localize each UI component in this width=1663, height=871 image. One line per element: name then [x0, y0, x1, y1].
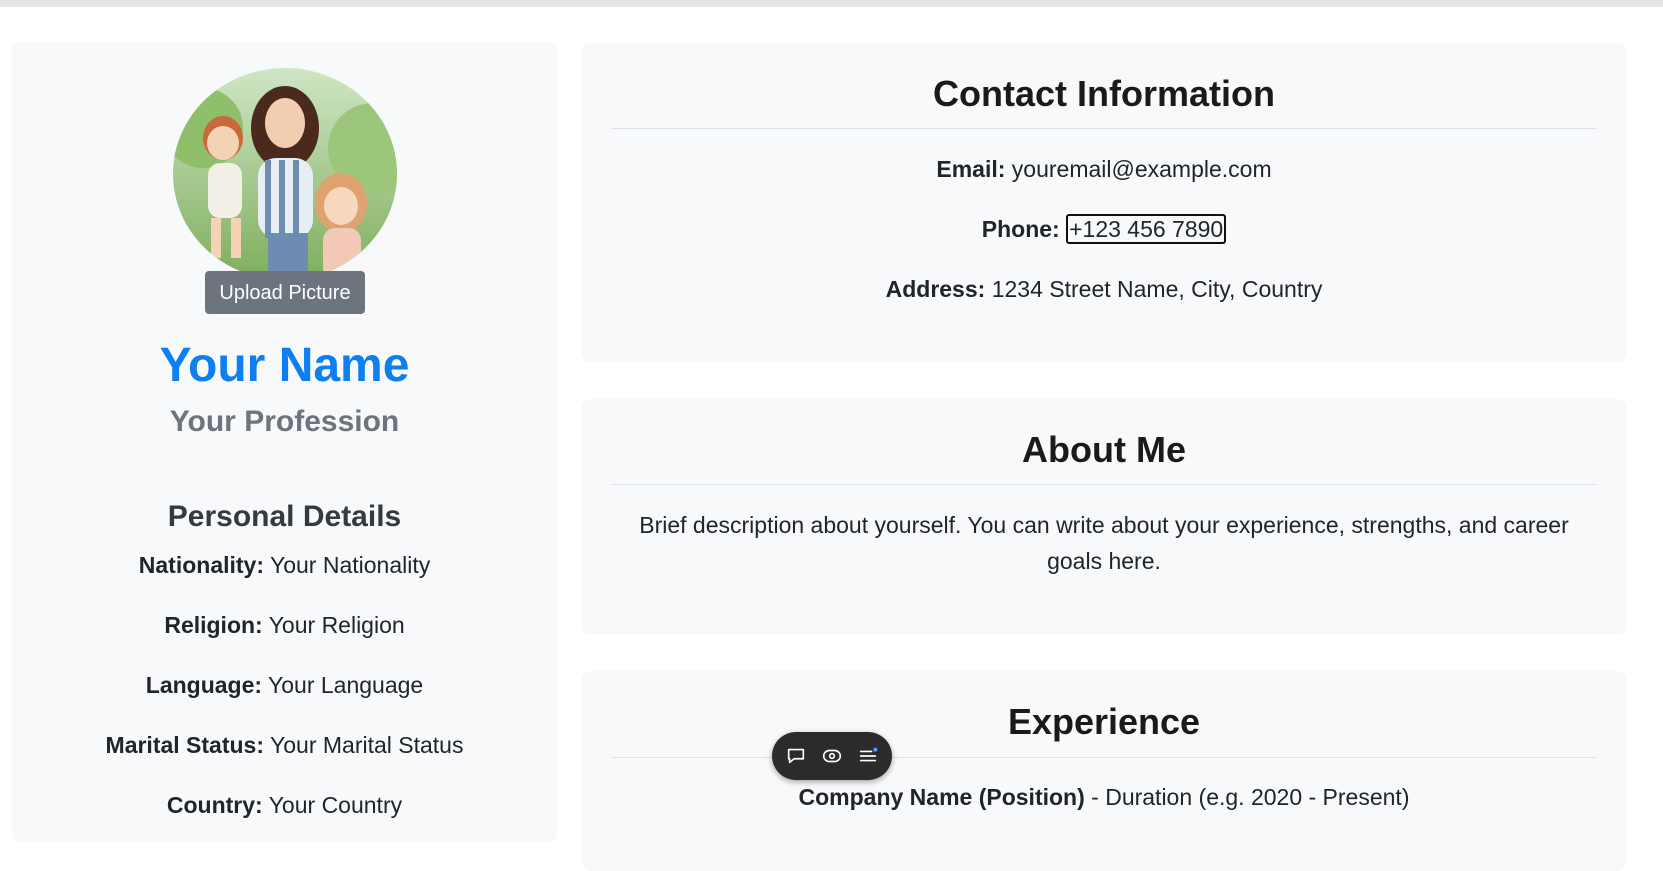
detail-row-marital-status: Marital Status: Your Marital Status [12, 732, 557, 759]
chat-bubble-icon[interactable] [785, 745, 807, 767]
divider [611, 128, 1597, 129]
email-label: Email: [936, 156, 1006, 182]
contact-address: Address: 1234 Street Name, City, Country [581, 276, 1627, 303]
experience-company: Company Name (Position) [798, 784, 1085, 810]
detail-label: Marital Status: [105, 732, 265, 758]
floating-toolbar [772, 732, 892, 780]
contact-title: Contact Information [933, 73, 1275, 114]
top-bar [0, 0, 1663, 7]
detail-row-religion: Religion: Your Religion [12, 612, 557, 639]
divider [611, 484, 1597, 485]
menu-list-icon[interactable] [857, 745, 879, 767]
detail-label: Language: [145, 672, 263, 698]
about-card: About Me Brief description about yoursel… [581, 399, 1627, 635]
personal-details-title: Personal Details [167, 500, 402, 533]
detail-row-country: Country: Your Country [12, 792, 557, 819]
profile-name: Your Name [159, 339, 410, 392]
detail-value: Your Country [268, 792, 403, 818]
detail-label: Religion: [164, 612, 263, 638]
about-text: Brief description about yourself. You ca… [639, 512, 1569, 574]
experience-title: Experience [1007, 701, 1201, 742]
detail-value: Your Religion [268, 612, 405, 638]
phone-value[interactable]: +123 456 7890 [1066, 214, 1227, 244]
contact-card: Contact Information Email: youremail@exa… [581, 43, 1627, 362]
email-value[interactable]: youremail@example.com [1012, 156, 1272, 182]
about-title: About Me [1022, 429, 1186, 470]
detail-row-language: Language: Your Language [12, 672, 557, 699]
contact-email: Email: youremail@example.com [581, 156, 1627, 183]
contact-phone: Phone: +123 456 7890 [581, 214, 1627, 244]
experience-duration: - Duration (e.g. 2020 - Present) [1084, 784, 1410, 810]
detail-value: Your Marital Status [270, 732, 464, 758]
detail-value: Your Language [268, 672, 424, 698]
detail-label: Nationality: [138, 552, 264, 578]
detail-label: Country: [166, 792, 263, 818]
profile-picture [173, 68, 397, 280]
eye-icon[interactable] [821, 745, 843, 767]
detail-row-nationality: Nationality: Your Nationality [12, 552, 557, 579]
divider [611, 757, 1597, 758]
address-value: 1234 Street Name, City, Country [991, 276, 1323, 302]
detail-value: Your Nationality [269, 552, 431, 578]
phone-label: Phone: [981, 216, 1060, 242]
experience-card: Experience Company Name (Position) - Dur… [581, 671, 1627, 871]
upload-picture-button[interactable]: Upload Picture [205, 271, 365, 314]
address-label: Address: [885, 276, 986, 302]
profile-profession: Your Profession [169, 405, 400, 438]
experience-entry: Company Name (Position) - Duration (e.g.… [581, 784, 1627, 811]
